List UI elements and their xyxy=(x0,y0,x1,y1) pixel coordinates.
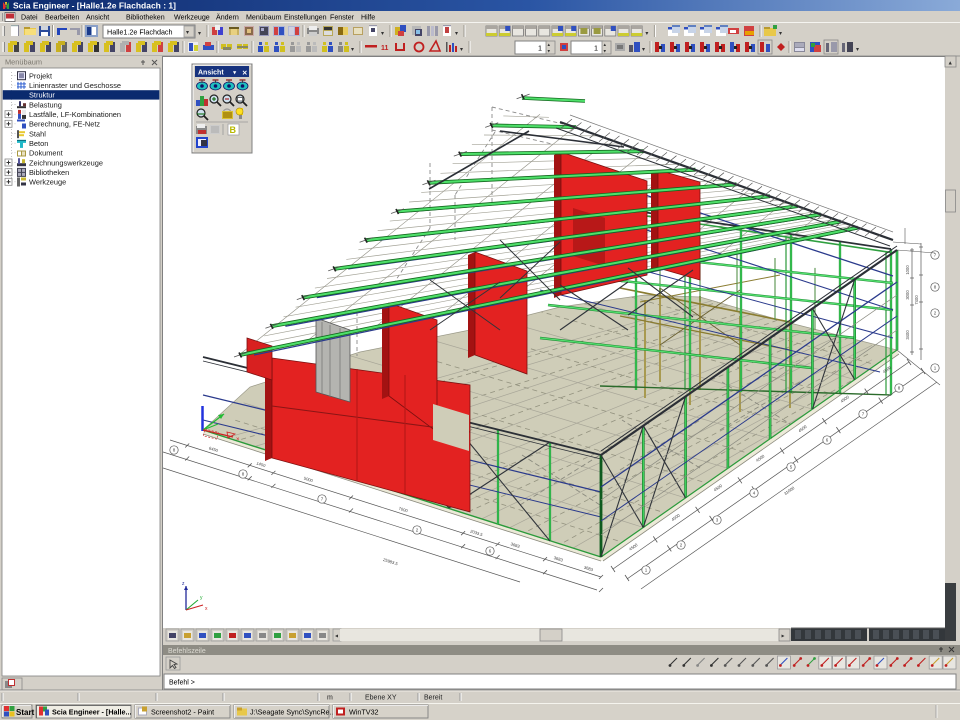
svg-text:11: 11 xyxy=(381,45,389,52)
svg-text:Scia Engineer - [Halle1.2e Fla: Scia Engineer - [Halle1.2e Flachdach : 1… xyxy=(13,1,176,11)
svg-text:WinTV32: WinTV32 xyxy=(349,708,379,717)
svg-text:▾: ▾ xyxy=(642,47,645,53)
svg-text:Belastung: Belastung xyxy=(29,100,62,109)
svg-text:Screenshot2 - Paint: Screenshot2 - Paint xyxy=(151,708,214,717)
svg-text:3000: 3000 xyxy=(905,290,910,300)
svg-text:Menübaum: Menübaum xyxy=(246,14,282,22)
svg-text:B: B xyxy=(230,125,237,135)
svg-text:▾: ▾ xyxy=(381,31,384,37)
svg-text:Ansicht: Ansicht xyxy=(86,14,109,22)
svg-text:Stahl: Stahl xyxy=(29,129,46,138)
svg-text:Bereit: Bereit xyxy=(424,695,442,702)
svg-text:Datei: Datei xyxy=(21,14,38,22)
svg-text:▾: ▾ xyxy=(779,31,782,37)
svg-text:Linienraster und Geschosse: Linienraster und Geschosse xyxy=(29,81,121,90)
svg-text:×: × xyxy=(236,437,240,443)
svg-text:Bibliotheken: Bibliotheken xyxy=(29,168,69,177)
svg-text:Dokument: Dokument xyxy=(29,149,63,158)
svg-text:▸: ▸ xyxy=(782,634,785,640)
svg-text:▾: ▾ xyxy=(198,31,201,37)
svg-text:▾: ▾ xyxy=(460,47,463,53)
svg-text:✕: ✕ xyxy=(242,70,248,77)
svg-text:Fenster: Fenster xyxy=(330,14,355,22)
svg-text:◂: ◂ xyxy=(335,634,338,640)
svg-text:Werkzeuge: Werkzeuge xyxy=(29,178,66,187)
svg-text:Bibliotheken: Bibliotheken xyxy=(126,14,165,22)
svg-text:7400: 7400 xyxy=(914,295,919,305)
svg-text:▾: ▾ xyxy=(455,31,458,37)
svg-text:▾: ▾ xyxy=(186,30,189,36)
svg-text:Einstellungen: Einstellungen xyxy=(284,14,327,22)
svg-text:Ansicht: Ansicht xyxy=(198,70,224,77)
svg-text:1: 1 xyxy=(594,44,598,53)
svg-text:Ändern: Ändern xyxy=(216,14,239,22)
svg-text:Projekt: Projekt xyxy=(29,71,52,80)
svg-text:▾: ▾ xyxy=(351,47,354,53)
svg-text:Scia Engineer - [Halle...: Scia Engineer - [Halle... xyxy=(52,708,132,717)
svg-text:1: 1 xyxy=(538,44,542,53)
svg-text:Befehl >: Befehl > xyxy=(169,680,195,687)
svg-text:Berechnung, FE-Netz: Berechnung, FE-Netz xyxy=(29,120,100,129)
svg-text:Halle1.2e Flachdach: Halle1.2e Flachdach xyxy=(107,28,173,37)
svg-text:Befehlszeile: Befehlszeile xyxy=(168,648,206,655)
svg-text:m: m xyxy=(327,695,333,702)
svg-text:1000: 1000 xyxy=(905,265,910,275)
svg-text:Ebene XY: Ebene XY xyxy=(365,695,397,702)
svg-text:Menübaum: Menübaum xyxy=(5,58,42,67)
svg-text:▾: ▾ xyxy=(645,31,648,37)
svg-text:Beton: Beton xyxy=(29,139,48,148)
svg-text:Zeichnungswerkzeuge: Zeichnungswerkzeuge xyxy=(29,158,103,167)
svg-text:▾: ▾ xyxy=(856,47,859,53)
svg-text:Bearbeiten: Bearbeiten xyxy=(45,14,79,22)
svg-text:Hilfe: Hilfe xyxy=(361,14,375,22)
svg-text:Start: Start xyxy=(16,708,35,717)
svg-text:3400: 3400 xyxy=(905,330,910,340)
svg-text:Werkzeuge: Werkzeuge xyxy=(174,14,210,22)
svg-text:Lastfälle, LF-Kombinationen: Lastfälle, LF-Kombinationen xyxy=(29,110,121,119)
svg-text:J:\Seagate Sync\SyncRe...: J:\Seagate Sync\SyncRe... xyxy=(250,708,336,717)
svg-text:Struktur: Struktur xyxy=(29,91,55,100)
svg-text:▲: ▲ xyxy=(948,61,953,67)
